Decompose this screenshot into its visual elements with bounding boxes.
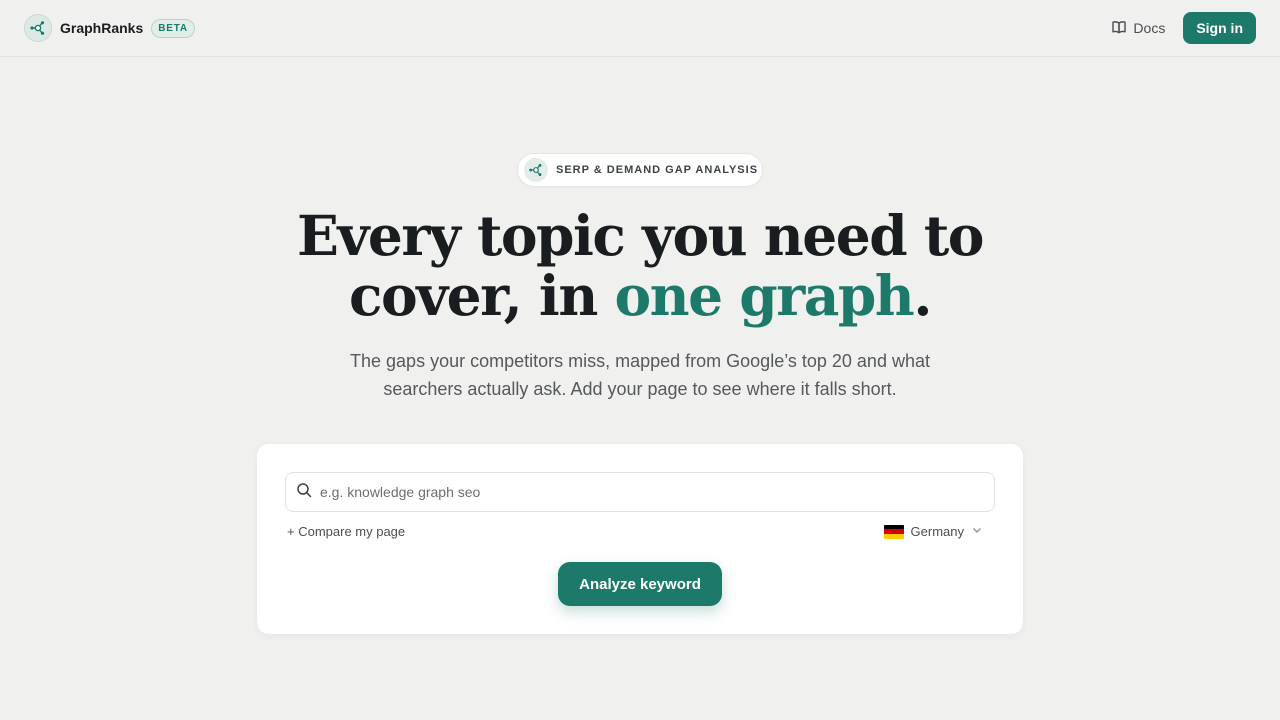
country-label: Germany xyxy=(910,524,964,539)
header-actions: Docs Sign in xyxy=(1111,12,1256,44)
feature-pill: SERP & DEMAND GAP ANALYSIS xyxy=(517,153,763,187)
compare-my-page-link[interactable]: + Compare my page xyxy=(287,524,405,539)
search-card: + Compare my page Germany Analyze keywor… xyxy=(257,444,1023,634)
country-selector[interactable]: Germany xyxy=(883,524,983,539)
top-navigation: GraphRanks BETA Docs Sign in xyxy=(0,0,1280,57)
subline-line-2: searchers actually ask. Add your page to… xyxy=(383,379,897,399)
beta-badge: BETA xyxy=(151,18,195,38)
pill-label: SERP & DEMAND GAP ANALYSIS xyxy=(556,164,759,176)
brand-name: GraphRanks xyxy=(60,20,144,36)
book-open-icon xyxy=(1111,19,1127,38)
docs-link[interactable]: Docs xyxy=(1111,19,1165,38)
analyze-keyword-button[interactable]: Analyze keyword xyxy=(558,562,722,606)
germany-flag-icon xyxy=(883,524,904,539)
brand[interactable]: GraphRanks BETA xyxy=(24,14,195,42)
sign-in-button[interactable]: Sign in xyxy=(1183,12,1256,44)
headline-suffix: . xyxy=(913,263,932,328)
headline-accent: one graph xyxy=(614,263,914,328)
subline-line-1: The gaps your competitors miss, mapped f… xyxy=(350,351,930,371)
chevron-down-icon xyxy=(971,524,983,539)
search-box[interactable] xyxy=(285,472,995,512)
graph-network-icon xyxy=(524,158,548,182)
search-icon xyxy=(296,482,312,503)
headline-line-2-prefix: cover, in xyxy=(349,263,615,328)
headline-line-1: Every topic you need to xyxy=(297,203,984,268)
hero-headline: Every topic you need to cover, in one gr… xyxy=(0,206,1280,326)
hero-subline: The gaps your competitors miss, mapped f… xyxy=(0,347,1280,403)
docs-label: Docs xyxy=(1133,20,1166,36)
graph-network-icon xyxy=(24,14,52,42)
keyword-search-input[interactable] xyxy=(320,484,960,500)
